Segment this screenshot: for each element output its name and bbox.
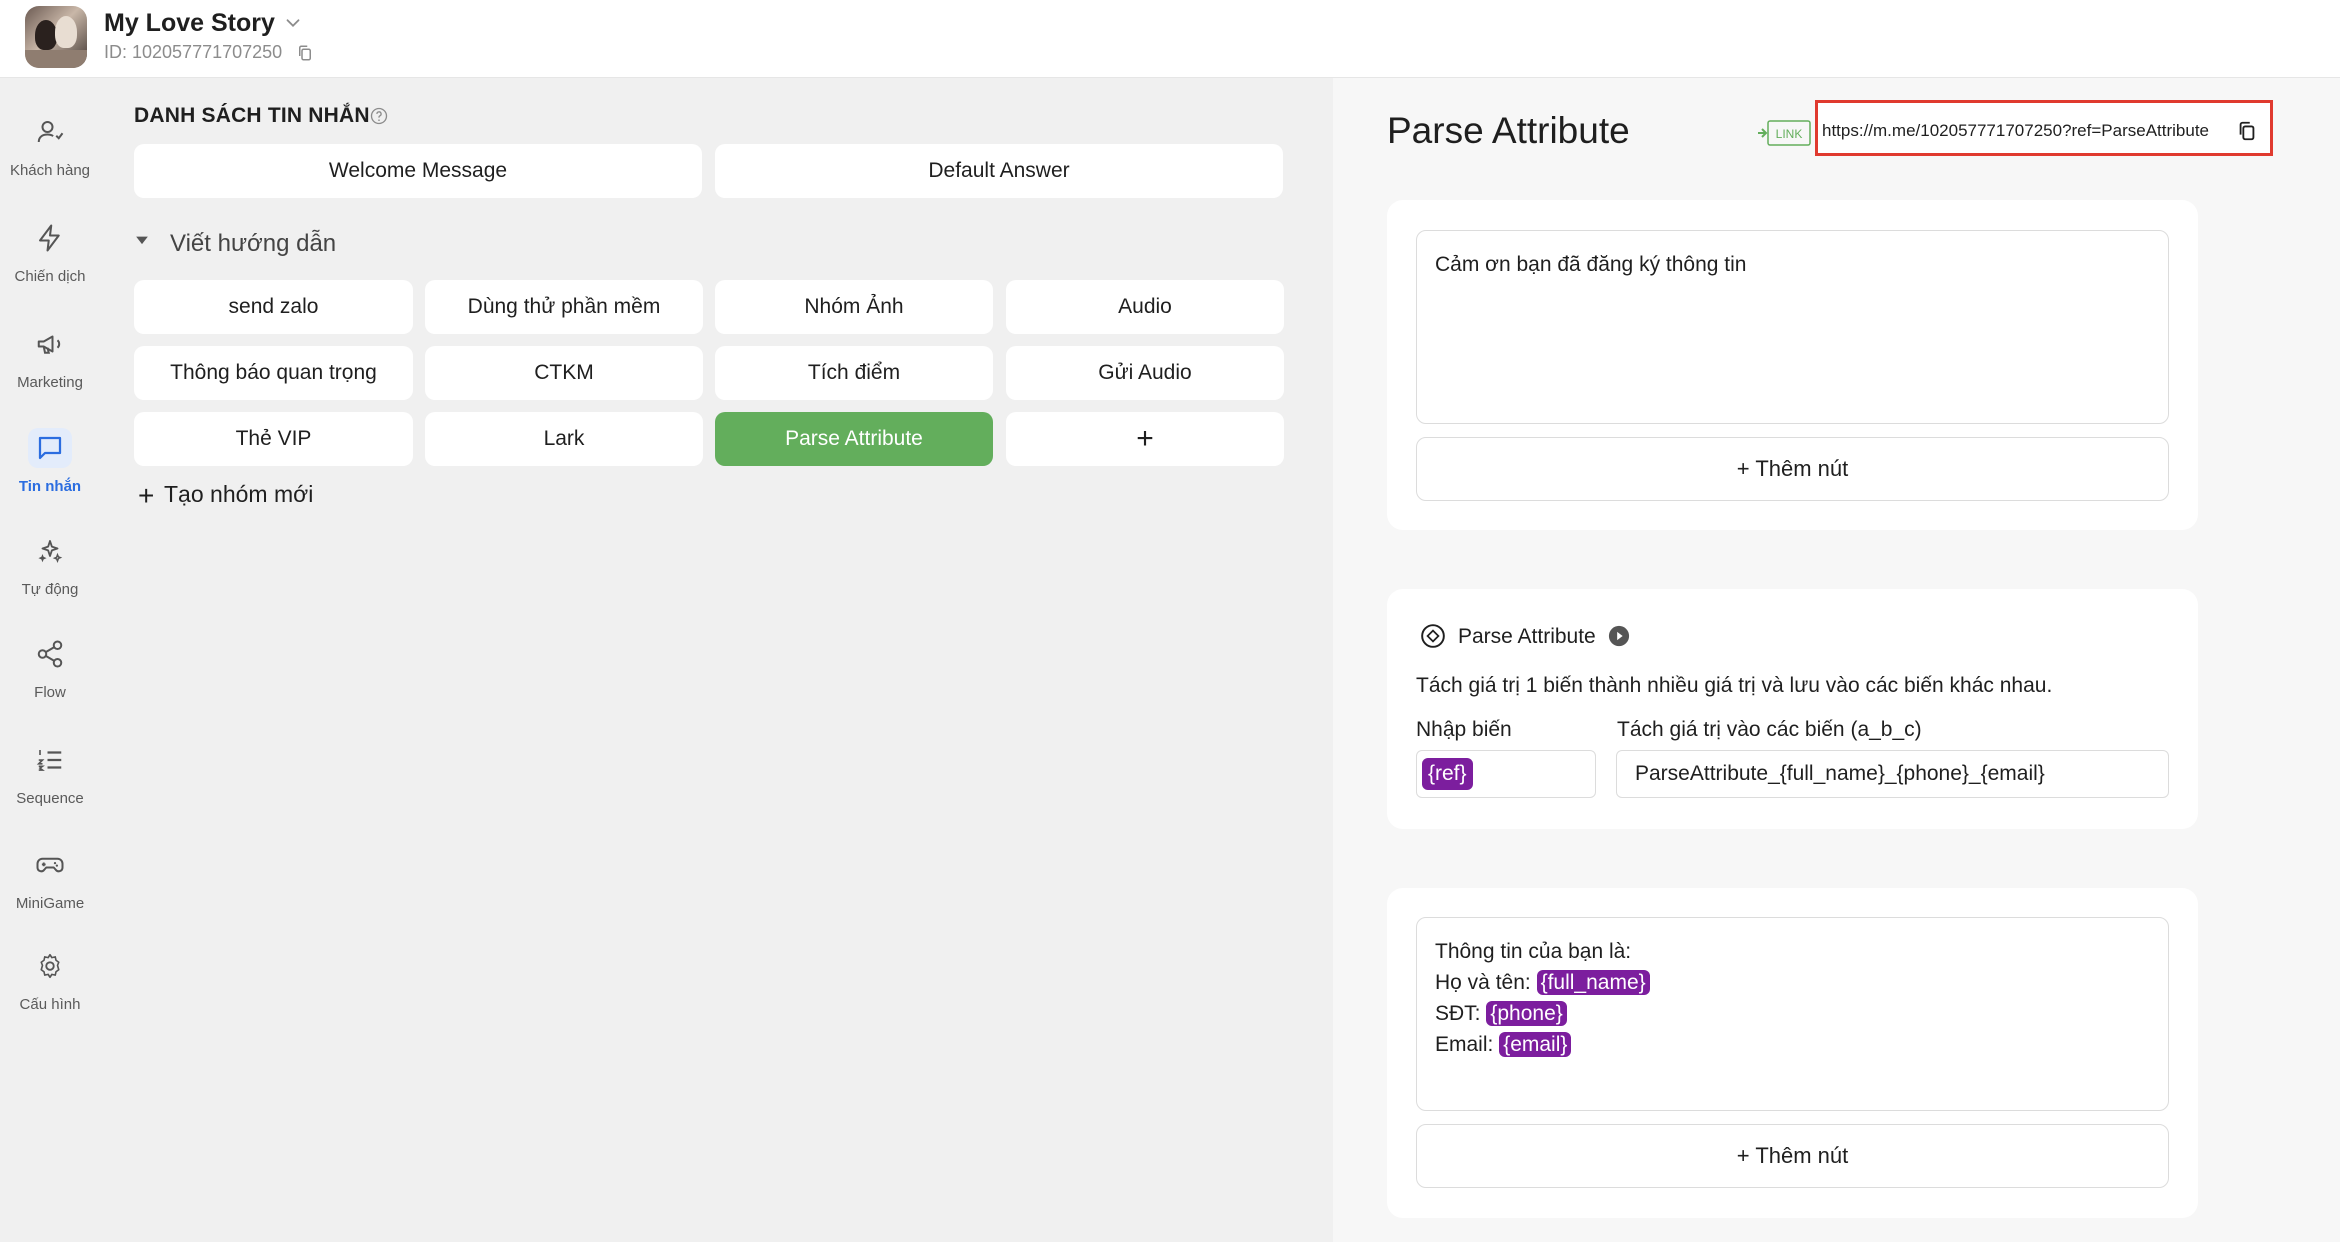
main-sidebar: Khách hàng Chiến dịch Marketing Tin nhắn… — [0, 78, 100, 1242]
split-variables-label: Tách giá trị vào các biến (a_b_c) — [1617, 718, 1922, 741]
info-textarea[interactable]: Thông tin của bạn là: Họ và tên: {full_n… — [1416, 917, 2169, 1111]
message-textarea[interactable]: Cảm ơn bạn đã đăng ký thông tin — [1416, 230, 2169, 424]
message-item[interactable]: send zalo — [134, 280, 413, 334]
message-item[interactable]: CTKM — [425, 346, 703, 400]
message-item[interactable]: Tích điểm — [715, 346, 993, 400]
sidebar-item-label: Tin nhắn — [18, 478, 82, 495]
sidebar-item-label: Marketing — [17, 374, 83, 391]
add-button-button[interactable]: + Thêm nút — [1416, 1124, 2169, 1188]
message-list-title: DANH SÁCH TIN NHẮN — [134, 104, 370, 127]
page-name[interactable]: My Love Story — [104, 9, 275, 38]
help-icon[interactable] — [369, 106, 389, 126]
info-line: Họ và tên: {full_name} — [1435, 967, 2150, 998]
sidebar-item-tu-dong[interactable]: Tự động — [0, 531, 100, 623]
message-item[interactable]: Dùng thử phần mềm — [425, 280, 703, 334]
input-variable-field[interactable]: {ref} — [1416, 750, 1596, 798]
parse-target-icon — [1421, 624, 1445, 648]
info-line: SĐT: {phone} — [1435, 998, 2150, 1029]
group-title[interactable]: Viết hướng dẫn — [170, 230, 336, 258]
sidebar-item-label: Cấu hình — [19, 996, 81, 1013]
sidebar-item-label: Tự động — [21, 581, 79, 598]
add-message-button[interactable]: + — [1006, 412, 1284, 466]
messenger-link-url[interactable]: https://m.me/102057771707250?ref=ParseAt… — [1822, 121, 2209, 141]
sidebar-item-cau-hinh[interactable]: Cấu hình — [0, 946, 100, 1038]
sidebar-item-khach-hang[interactable]: Khách hàng — [0, 112, 100, 204]
input-variable-label: Nhập biến — [1416, 718, 1512, 741]
copy-icon[interactable] — [296, 44, 314, 62]
message-item[interactable]: Audio — [1006, 280, 1284, 334]
info-label: Email: — [1435, 1033, 1500, 1056]
gear-icon — [40, 953, 60, 979]
default-answer-button[interactable]: Default Answer — [715, 144, 1283, 198]
add-button-button[interactable]: + Thêm nút — [1416, 437, 2169, 501]
sidebar-item-tin-nhan[interactable]: Tin nhắn — [0, 428, 100, 520]
message-item[interactable]: Thẻ VIP — [134, 412, 413, 466]
parse-attribute-title: Parse Attribute — [1458, 625, 1596, 648]
message-item[interactable]: Nhóm Ảnh — [715, 280, 993, 334]
copy-icon[interactable] — [2236, 120, 2258, 142]
lightning-icon — [39, 224, 60, 252]
variable-tag: {ref} — [1422, 758, 1473, 790]
new-group-button[interactable]: + Tạo nhóm mới — [138, 480, 313, 512]
info-line: Email: {email} — [1435, 1029, 2150, 1060]
play-icon[interactable] — [1608, 625, 1630, 647]
share-nodes-icon — [37, 640, 63, 668]
split-variables-field[interactable]: ParseAttribute_{full_name}_{phone}_{emai… — [1616, 750, 2169, 798]
sidebar-item-chien-dich[interactable]: Chiến dịch — [0, 218, 100, 310]
plus-icon: + — [138, 480, 155, 511]
message-icon — [38, 436, 62, 460]
sparkle-icon — [38, 540, 63, 564]
page-id: ID: 102057771707250 — [104, 42, 283, 62]
sidebar-item-label: Flow — [34, 684, 66, 701]
message-item-active[interactable]: Parse Attribute — [715, 412, 993, 466]
sidebar-item-label: MiniGame — [15, 895, 85, 912]
message-item[interactable]: Gửi Audio — [1006, 346, 1284, 400]
variable-tag: {full_name} — [1536, 970, 1650, 995]
svg-text:LINK: LINK — [1776, 127, 1803, 141]
info-label: SĐT: — [1435, 1002, 1487, 1025]
sidebar-item-label: Chiến dịch — [14, 268, 86, 285]
page-avatar[interactable] — [25, 6, 87, 68]
gamepad-icon — [36, 857, 64, 873]
megaphone-icon — [37, 335, 61, 354]
new-group-label: Tạo nhóm mới — [164, 481, 314, 507]
variable-tag: {email} — [1499, 1032, 1572, 1057]
sidebar-item-marketing[interactable]: Marketing — [0, 324, 100, 416]
user-icon — [37, 121, 64, 143]
info-label: Họ và tên: — [1435, 971, 1537, 994]
sidebar-item-minigame[interactable]: MiniGame — [0, 845, 100, 937]
message-item[interactable]: Lark — [425, 412, 703, 466]
top-header: My Love Story ID: 102057771707250 — [0, 0, 2340, 78]
info-line: Thông tin của bạn là: — [1435, 940, 1632, 963]
welcome-message-button[interactable]: Welcome Message — [134, 144, 702, 198]
ordered-list-icon — [36, 750, 62, 771]
caret-down-icon[interactable] — [132, 230, 152, 250]
sidebar-item-flow[interactable]: Flow — [0, 634, 100, 726]
chevron-down-icon[interactable] — [282, 12, 304, 34]
variable-tag: {phone} — [1486, 1001, 1567, 1026]
sidebar-item-sequence[interactable]: Sequence — [0, 740, 100, 832]
sidebar-item-label: Sequence — [16, 790, 84, 807]
link-badge-icon: LINK — [1758, 120, 1811, 146]
message-item[interactable]: Thông báo quan trọng — [134, 346, 413, 400]
editor-title: Parse Attribute — [1387, 110, 1630, 151]
parse-attribute-description: Tách giá trị 1 biến thành nhiều giá trị … — [1416, 674, 2053, 697]
sidebar-item-label: Khách hàng — [9, 162, 91, 179]
